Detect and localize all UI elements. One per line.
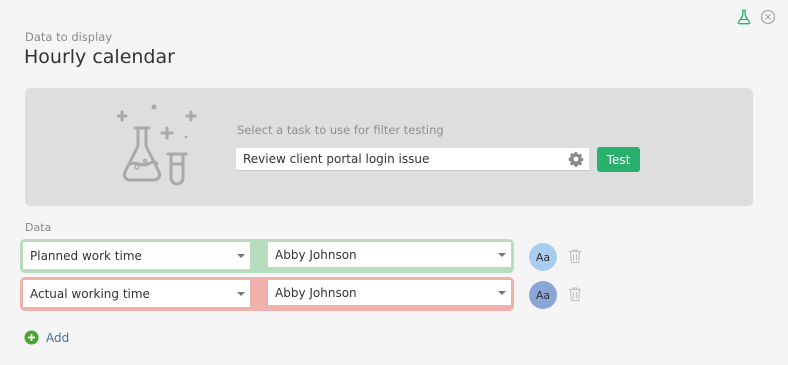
avatar: Aa	[529, 281, 557, 309]
chevron-down-icon	[498, 290, 506, 295]
flask-illustration	[117, 104, 197, 186]
data-type-select[interactable]: Planned work time	[23, 242, 250, 269]
flask-icon[interactable]	[736, 9, 752, 25]
avatar: Aa	[529, 243, 557, 271]
trash-icon[interactable]	[568, 248, 582, 264]
data-type-select[interactable]: Actual working time	[23, 280, 250, 307]
data-type-value: Planned work time	[30, 248, 142, 263]
add-icon	[24, 330, 39, 345]
task-select-input[interactable]: Review client portal login issue	[236, 148, 589, 171]
user-select[interactable]: Abby Johnson	[268, 242, 511, 267]
data-type-value: Actual working time	[30, 286, 150, 301]
filter-test-panel: Select a task to use for filter testing …	[25, 88, 753, 206]
window-controls	[736, 9, 776, 25]
user-value: Abby Johnson	[275, 247, 357, 262]
chevron-down-icon	[498, 252, 506, 257]
chevron-down-icon	[237, 291, 245, 296]
user-select[interactable]: Abby Johnson	[268, 280, 511, 305]
add-label: Add	[46, 330, 70, 345]
task-select-value: Review client portal login issue	[243, 152, 430, 166]
task-select-label: Select a task to use for filter testing	[237, 123, 444, 137]
add-data-button[interactable]: Add	[24, 330, 69, 345]
chevron-down-icon	[237, 253, 245, 258]
data-row-planned: Planned work time Abby Johnson	[20, 239, 514, 273]
page-title: Hourly calendar	[24, 46, 175, 68]
gear-icon[interactable]	[568, 151, 584, 167]
user-value: Abby Johnson	[275, 285, 357, 300]
trash-icon[interactable]	[568, 286, 582, 302]
section-subtitle: Data to display	[25, 30, 113, 44]
data-row-actual: Actual working time Abby Johnson	[20, 277, 514, 311]
close-icon[interactable]	[760, 9, 776, 25]
test-button[interactable]: Test	[597, 147, 640, 172]
data-section-label: Data	[25, 221, 52, 234]
